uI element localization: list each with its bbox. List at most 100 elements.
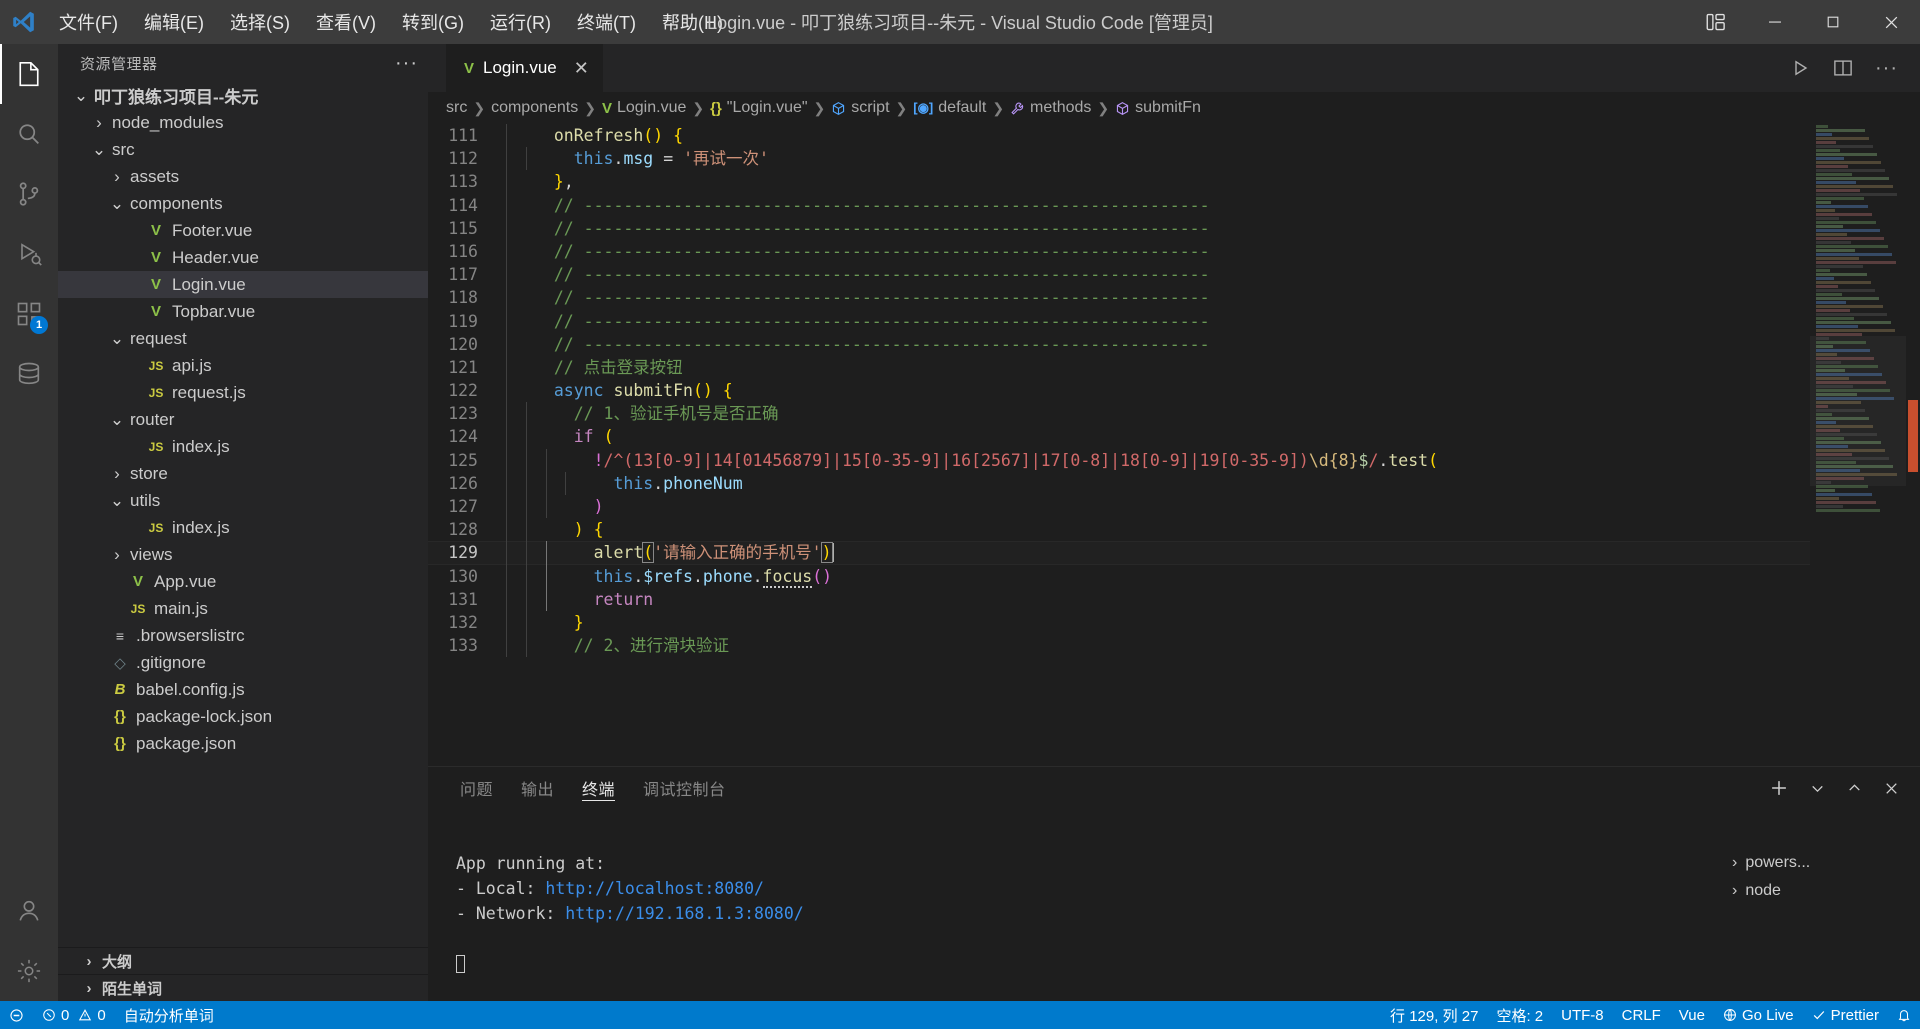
panel-tabs[interactable]: 问题 输出 终端 调试控制台 <box>428 767 1920 809</box>
breadcrumb[interactable]: src ❯ components ❯ V Login.vue ❯ {} "Login.vue" ❯… <box>428 92 1920 124</box>
tree-item-footer.vue[interactable]: V Footer.vue <box>58 217 428 244</box>
code-text[interactable]: ) { <box>506 518 604 542</box>
menu-bar[interactable]: 文件(F) 编辑(E) 选择(S) 查看(V) 转到(G) 运行(R) 终端(T… <box>46 0 736 44</box>
code-text[interactable]: // 2、进行滑块验证 <box>506 634 729 658</box>
code-line[interactable]: 118 // ---------------------------------… <box>428 286 1810 310</box>
activity-account-icon[interactable] <box>0 881 58 941</box>
file-tree[interactable]: ⌄ 叩丁狼练习项目--朱元 › node_modules ⌄ src › assets ⌄ com… <box>58 82 428 947</box>
chevron-down-icon[interactable]: ⌄ <box>108 410 126 430</box>
code-line[interactable]: 115 // ---------------------------------… <box>428 216 1810 240</box>
chevron-down-icon[interactable]: ⌄ <box>90 140 108 160</box>
panel-actions[interactable] <box>1769 778 1920 798</box>
tree-item---[interactable]: ⌄ 叩丁狼练习项目--朱元 <box>58 82 428 109</box>
tree-item-main.js[interactable]: JS main.js <box>58 595 428 622</box>
tree-item-topbar.vue[interactable]: V Topbar.vue <box>58 298 428 325</box>
activity-search-icon[interactable] <box>0 104 58 164</box>
tree-item-router[interactable]: ⌄ router <box>58 406 428 433</box>
maximize-panel-icon[interactable] <box>1846 780 1863 797</box>
code-text[interactable]: alert('请输入正确的手机号') <box>506 541 834 565</box>
tree-item-index.js[interactable]: JS index.js <box>58 514 428 541</box>
close-icon[interactable]: ✕ <box>574 58 589 79</box>
customize-layout-icon[interactable] <box>1686 0 1746 44</box>
tree-item-views[interactable]: › views <box>58 541 428 568</box>
panel-tab-debug-console[interactable]: 调试控制台 <box>629 767 740 809</box>
sidebar-section-outline[interactable]: › 大纲 <box>58 947 428 974</box>
editor-scrollbar[interactable] <box>1906 124 1920 766</box>
more-actions-icon[interactable]: ··· <box>1875 57 1898 80</box>
editor-actions[interactable]: ··· <box>1791 44 1920 92</box>
code-line[interactable]: 126 this.phoneNum <box>428 471 1810 496</box>
tree-item-package.json[interactable]: {} package.json <box>58 730 428 757</box>
tree-item-components[interactable]: ⌄ components <box>58 190 428 217</box>
code-lines[interactable]: 111 onRefresh() {112 this.msg = '再试一次' 11… <box>428 124 1810 658</box>
code-line[interactable]: 112 this.msg = '再试一次' <box>428 147 1810 171</box>
terminal-list-item-node[interactable]: › node <box>1720 877 1920 905</box>
tree-item-src[interactable]: ⌄ src <box>58 136 428 163</box>
status-cursor-position[interactable]: 行 129, 列 27 <box>1381 1001 1487 1029</box>
terminal-local-url[interactable]: http://localhost:8080/ <box>545 879 764 898</box>
code-text[interactable]: onRefresh() { <box>506 124 683 148</box>
code-text[interactable]: this.msg = '再试一次' <box>506 147 769 171</box>
close-button[interactable] <box>1862 0 1920 44</box>
code-line[interactable]: 117 // ---------------------------------… <box>428 263 1810 287</box>
code-text[interactable]: }, <box>506 170 574 194</box>
code-line[interactable]: 123 // 1、验证手机号是否正确 <box>428 402 1810 426</box>
code-text[interactable]: // -------------------------------------… <box>506 216 1210 240</box>
explorer-more-icon[interactable]: ··· <box>395 52 418 75</box>
code-text[interactable]: // 点击登录按钮 <box>506 355 683 380</box>
activity-explorer-icon[interactable] <box>0 44 58 104</box>
code-line[interactable]: 120 // ---------------------------------… <box>428 332 1810 356</box>
outline-section[interactable]: › 大纲 <box>58 947 428 974</box>
window-controls[interactable] <box>1686 0 1920 44</box>
code-line[interactable]: 133 // 2、进行滑块验证 <box>428 634 1810 658</box>
status-notifications-bell-icon[interactable] <box>1888 1001 1920 1029</box>
scrollbar-thumb[interactable] <box>1908 400 1918 472</box>
status-language-mode[interactable]: Vue <box>1670 1001 1714 1029</box>
panel-tab-output[interactable]: 输出 <box>507 767 568 809</box>
code-line[interactable]: 121 // 点击登录按钮 <box>428 355 1810 380</box>
breadcrumb-item-default[interactable]: [◉] default <box>913 99 986 117</box>
tree-item-assets[interactable]: › assets <box>58 163 428 190</box>
status-auto-analyze-words[interactable]: 自动分析单词 <box>115 1001 223 1029</box>
status-prettier[interactable]: Prettier <box>1803 1001 1888 1029</box>
code-line[interactable]: 129 alert('请输入正确的手机号') <box>428 541 1810 565</box>
code-text[interactable]: this.$refs.phone.focus() <box>506 564 832 588</box>
tree-item-request[interactable]: ⌄ request <box>58 325 428 352</box>
code-text[interactable]: // -------------------------------------… <box>506 239 1210 264</box>
code-text[interactable]: // -------------------------------------… <box>506 309 1210 333</box>
code-line[interactable]: 119 // ---------------------------------… <box>428 309 1810 333</box>
code-text[interactable]: this.phoneNum <box>506 471 743 496</box>
activity-source-control-icon[interactable] <box>0 164 58 224</box>
tree-item-.browserslistrc[interactable]: ≡ .browserslistrc <box>58 622 428 649</box>
code-line[interactable]: 124 if ( <box>428 425 1810 449</box>
code-text[interactable]: // 1、验证手机号是否正确 <box>506 402 779 426</box>
menu-go[interactable]: 转到(G) <box>389 0 477 44</box>
menu-terminal[interactable]: 终端(T) <box>564 0 649 44</box>
code-line[interactable]: 130 this.$refs.phone.focus() <box>428 564 1810 588</box>
maximize-button[interactable] <box>1804 0 1862 44</box>
code-editor[interactable]: 111 onRefresh() {112 this.msg = '再试一次' 11… <box>428 124 1920 766</box>
code-line[interactable]: 113 }, <box>428 170 1810 194</box>
code-line[interactable]: 128 ) { <box>428 518 1810 542</box>
tree-item-node_modules[interactable]: › node_modules <box>58 109 428 136</box>
close-panel-icon[interactable] <box>1883 780 1900 797</box>
tree-item-app.vue[interactable]: V App.vue <box>58 568 428 595</box>
code-text[interactable]: // -------------------------------------… <box>506 286 1210 310</box>
code-text[interactable]: if ( <box>506 425 614 449</box>
menu-view[interactable]: 查看(V) <box>303 0 389 44</box>
code-line[interactable]: 132 } <box>428 610 1810 635</box>
breadcrumb-item-methods[interactable]: methods <box>1010 99 1091 117</box>
tree-item-.gitignore[interactable]: ◇ .gitignore <box>58 649 428 676</box>
menu-edit[interactable]: 编辑(E) <box>131 0 217 44</box>
tree-item-login.vue[interactable]: V Login.vue <box>58 271 428 298</box>
tree-item-store[interactable]: › store <box>58 460 428 487</box>
menu-run[interactable]: 运行(R) <box>477 0 564 44</box>
code-text[interactable]: // -------------------------------------… <box>506 193 1210 217</box>
tree-item-api.js[interactable]: JS api.js <box>58 352 428 379</box>
code-text[interactable]: ) <box>506 495 604 519</box>
chevron-right-icon[interactable]: › <box>108 464 126 484</box>
tree-item-babel.config.js[interactable]: Bbabel.config.js <box>58 676 428 703</box>
tree-item-header.vue[interactable]: V Header.vue <box>58 244 428 271</box>
panel-tab-terminal[interactable]: 终端 <box>568 767 629 809</box>
code-text[interactable]: // -------------------------------------… <box>506 263 1210 287</box>
